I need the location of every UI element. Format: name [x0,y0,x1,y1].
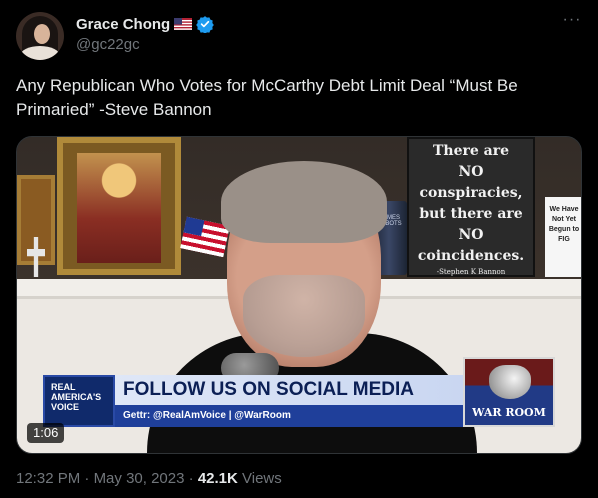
verified-badge-icon [196,16,215,33]
avatar-face [34,24,50,44]
more-options-icon[interactable]: ··· [560,12,584,34]
tweet-time[interactable]: 12:32 PM [16,470,80,487]
eagle-icon [489,365,531,399]
sign-line: There are [432,143,509,159]
meta-separator: · [188,470,194,487]
sign-line: coincidences. [417,248,525,264]
network-logo: REAL AMERICA'S VOICE [43,375,115,427]
show-logo-text: WAR ROOM [472,406,546,419]
tweet-text: Any Republican Who Votes for McCarthy De… [16,76,518,119]
sign-line: but there are [419,206,523,222]
avatar[interactable] [16,12,64,60]
lower-third-subline: Gettr: @RealAmVoice | @WarRoom [115,405,465,427]
author-block: Grace Chong @gc22gc [76,14,215,53]
tweet-meta: 12:32 PM · May 30, 2023 · 42.1K Views [16,470,282,487]
sign-line: conspiracies, [419,185,523,201]
lower-third: REAL AMERICA'S VOICE FOLLOW US ON SOCIAL… [43,357,555,427]
sign-line: NO [458,227,484,243]
tweet-date[interactable]: May 30, 2023 [94,470,185,487]
video-player[interactable]: HOMES ROBOTS There are NO conspiracies, … [16,136,582,454]
painting-figure [77,153,161,263]
avatar-shirt [20,46,60,60]
speaker-beard [243,275,365,357]
name-row: Grace Chong [76,14,215,34]
painting-jesus [57,137,181,275]
us-flag-icon [174,18,193,30]
small-sign: We Have Not Yet Begun to FIG [545,197,581,277]
sign-signature: -Stephen K Bannon [436,268,506,276]
tweet-header: Grace Chong @gc22gc ··· [16,12,584,60]
meta-separator: · [84,470,90,487]
quote-sign: There are NO conspiracies, but there are… [407,137,535,277]
lower-third-banner: FOLLOW US ON SOCIAL MEDIA Gettr: @RealAm… [115,375,465,427]
author-handle[interactable]: @gc22gc [76,36,214,53]
views-count[interactable]: 42.1K [198,470,238,487]
author-name[interactable]: Grace Chong [76,16,170,33]
sign-line: NO [458,164,484,180]
show-logo: WAR ROOM [463,357,555,427]
speaker-hair [221,161,387,243]
views-label: Views [242,470,282,487]
lower-third-headline: FOLLOW US ON SOCIAL MEDIA [115,375,465,405]
video-duration: 1:06 [27,423,65,443]
